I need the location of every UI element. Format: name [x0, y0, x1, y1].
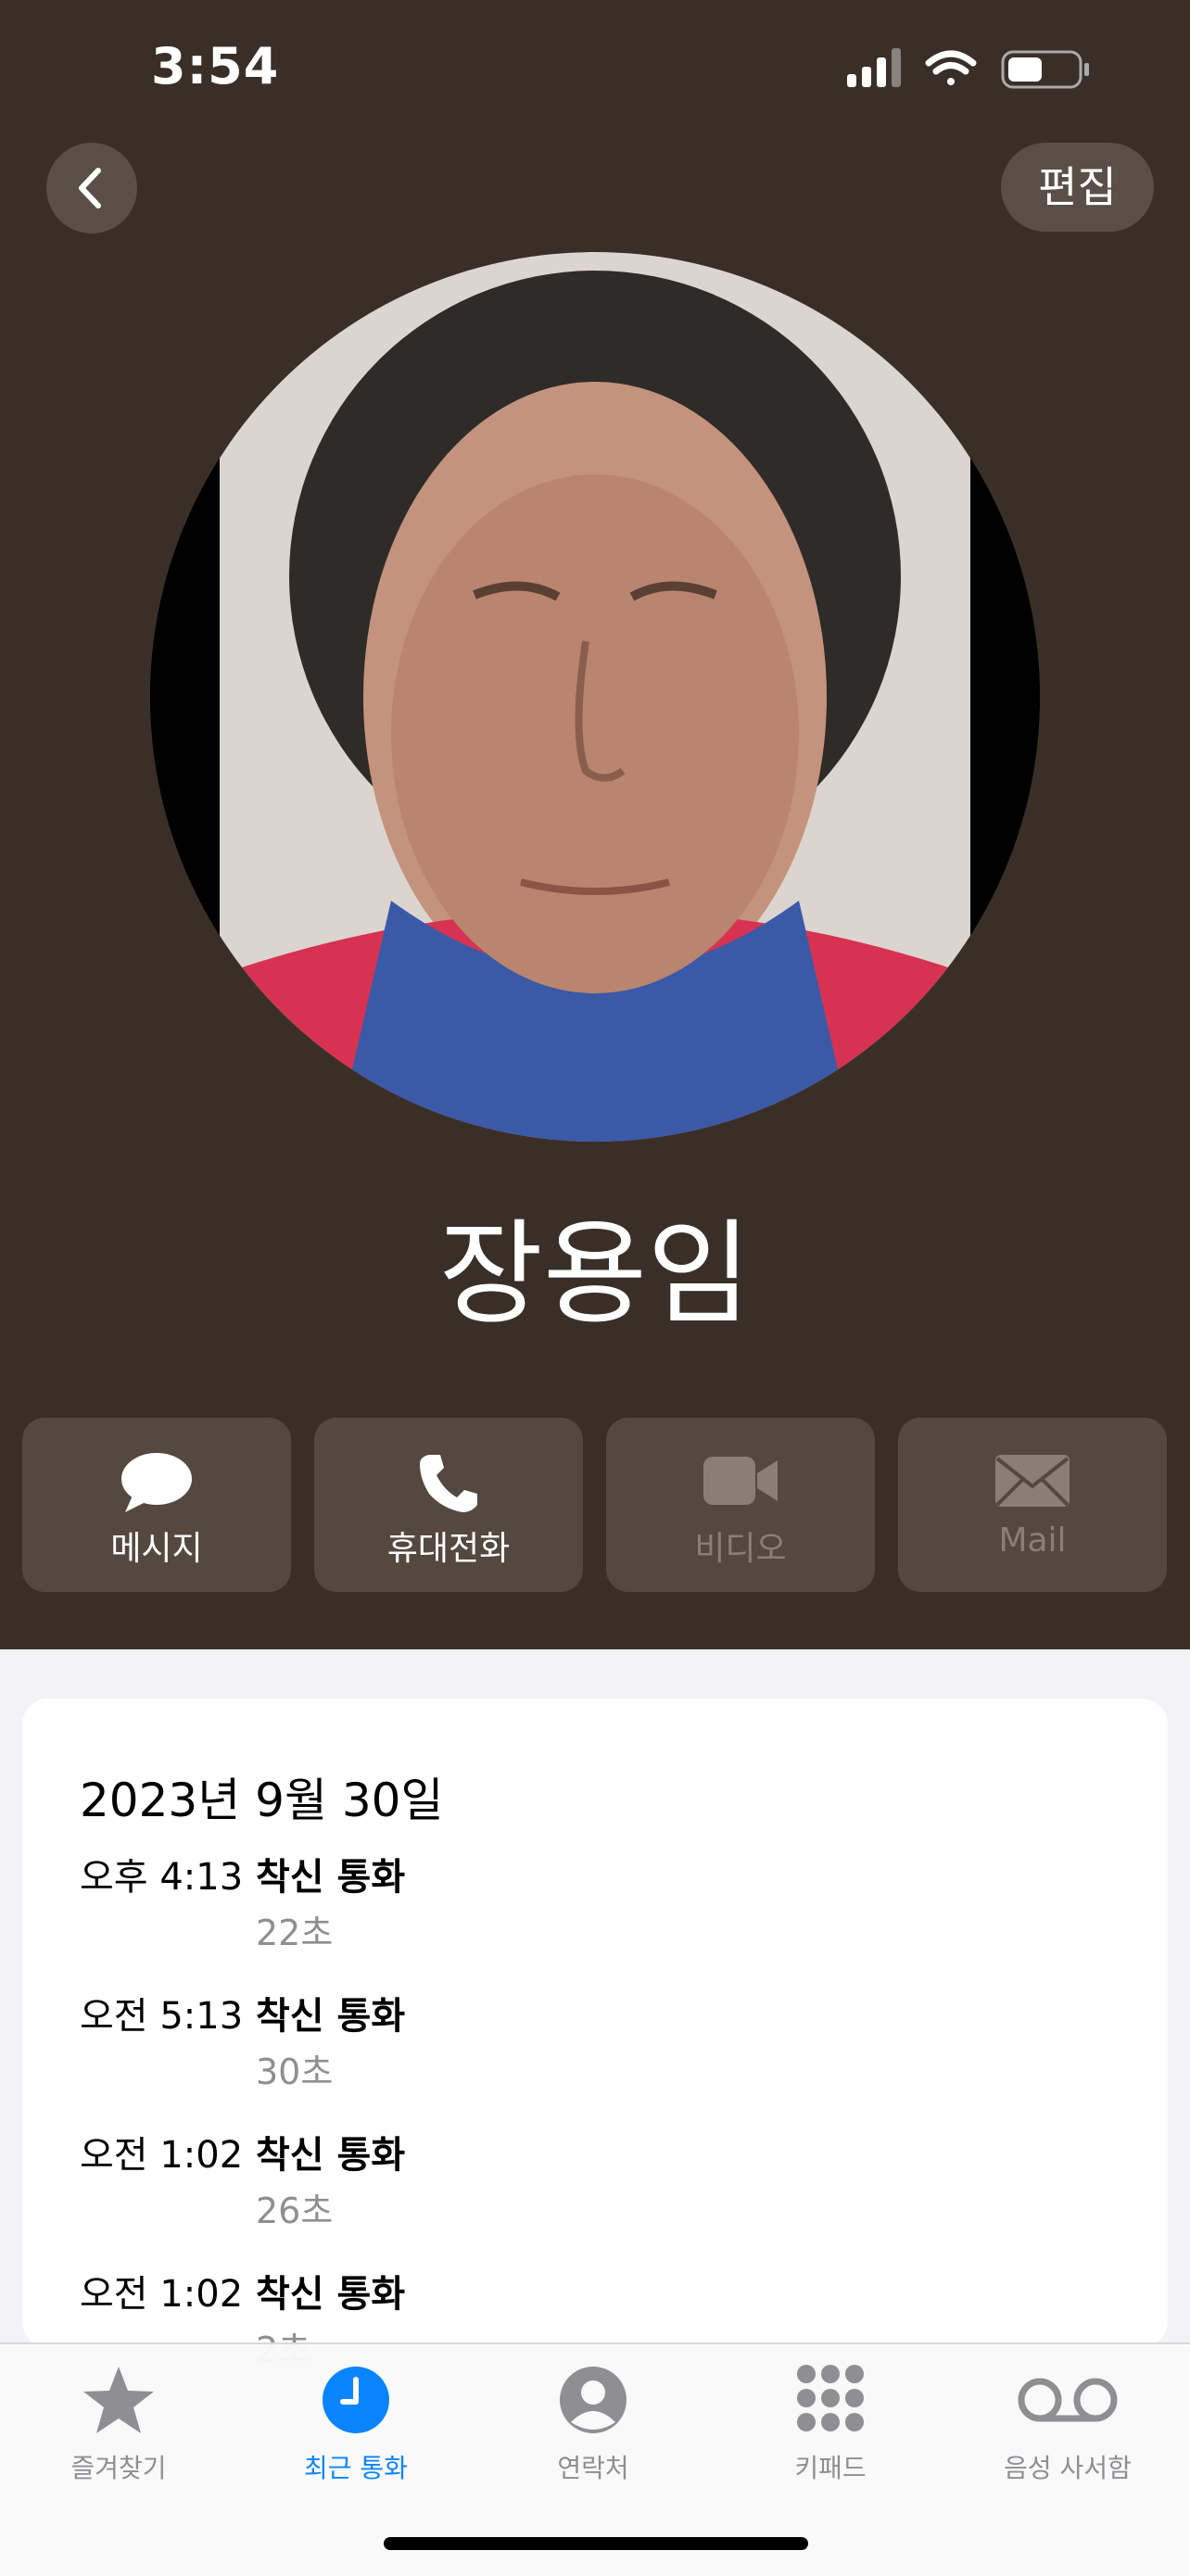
tab-keypad[interactable]: 키패드 — [712, 2363, 949, 2485]
mobile-call-button[interactable]: 휴대전화 — [314, 1418, 583, 1592]
voicemail-icon — [1018, 2378, 1118, 2422]
call-type: 착신 통화 — [256, 2273, 406, 2316]
call-time: 오전 5:13 — [80, 1995, 244, 2038]
tab-favorites-label: 즐겨찾기 — [70, 2453, 167, 2483]
home-indicator[interactable] — [384, 2537, 808, 2550]
call-row: 오후 4:13 착신 통화 22초 — [80, 1847, 1099, 1986]
call-time: 오전 1:02 — [80, 2134, 244, 2177]
call-row: 오전 1:02 착신 통화 26초 — [80, 2125, 1099, 2264]
call-duration: 26초 — [256, 2191, 334, 2231]
video-button[interactable]: 비디오 — [606, 1418, 875, 1592]
phone-icon — [420, 1455, 477, 1512]
tab-voicemail[interactable]: 음성 사서함 — [949, 2363, 1186, 2485]
back-button[interactable] — [46, 143, 137, 234]
call-time: 오후 4:13 — [80, 1856, 244, 1899]
tab-contacts[interactable]: 연락처 — [475, 2363, 712, 2485]
status-icons — [847, 46, 1097, 93]
call-date: 2023년 9월 30일 — [80, 1774, 444, 1827]
person-circle-icon — [560, 2367, 627, 2433]
mail-button[interactable]: Mail — [898, 1418, 1167, 1592]
call-time: 오전 1:02 — [80, 2273, 244, 2316]
tab-keypad-label: 키패드 — [794, 2453, 867, 2483]
contact-name: 장용임 — [438, 1208, 752, 1340]
tab-contacts-label: 연락처 — [557, 2453, 629, 2483]
wifi-icon — [925, 50, 977, 85]
mail-button-label: Mail — [998, 1522, 1067, 1559]
action-buttons: 메시지 휴대전화 비디오 Mail — [22, 1418, 1168, 1594]
call-row: 오전 5:13 착신 통화 30초 — [80, 1986, 1099, 2125]
mobile-call-button-label: 휴대전화 — [386, 1530, 511, 1568]
contact-photo — [150, 252, 1040, 1142]
call-duration: 22초 — [256, 1913, 334, 1953]
video-camera-icon — [703, 1457, 778, 1505]
status-time: 3:54 — [151, 37, 280, 95]
call-type: 착신 통화 — [256, 2134, 406, 2177]
star-icon — [83, 2367, 154, 2433]
call-duration: 30초 — [256, 2052, 334, 2092]
signal-icon — [847, 48, 901, 87]
contact-header: 3:54 편집 장용임 메시지 휴대전화 비디오 Mail — [0, 0, 1190, 1649]
chevron-left-icon — [79, 168, 101, 208]
clock-icon — [323, 2367, 389, 2433]
call-type: 착신 통화 — [256, 1856, 406, 1899]
envelope-icon — [995, 1455, 1070, 1507]
tab-recents[interactable]: 최근 통화 — [237, 2363, 475, 2485]
message-button[interactable]: 메시지 — [22, 1418, 291, 1592]
recent-calls-card: 2023년 9월 30일 오후 4:13 착신 통화 22초 오전 5:13 착… — [22, 1698, 1168, 2370]
tab-voicemail-label: 음성 사서함 — [1004, 2453, 1132, 2483]
edit-button[interactable]: 편집 — [1001, 143, 1154, 232]
message-button-label: 메시지 — [110, 1530, 203, 1568]
message-bubble-icon — [121, 1453, 192, 1512]
tab-recents-label: 최근 통화 — [304, 2453, 408, 2483]
video-button-label: 비디오 — [694, 1530, 787, 1568]
keypad-icon — [797, 2365, 864, 2431]
tab-favorites[interactable]: 즐겨찾기 — [0, 2363, 237, 2485]
call-type: 착신 통화 — [256, 1995, 406, 2038]
battery-icon — [1001, 50, 1089, 89]
